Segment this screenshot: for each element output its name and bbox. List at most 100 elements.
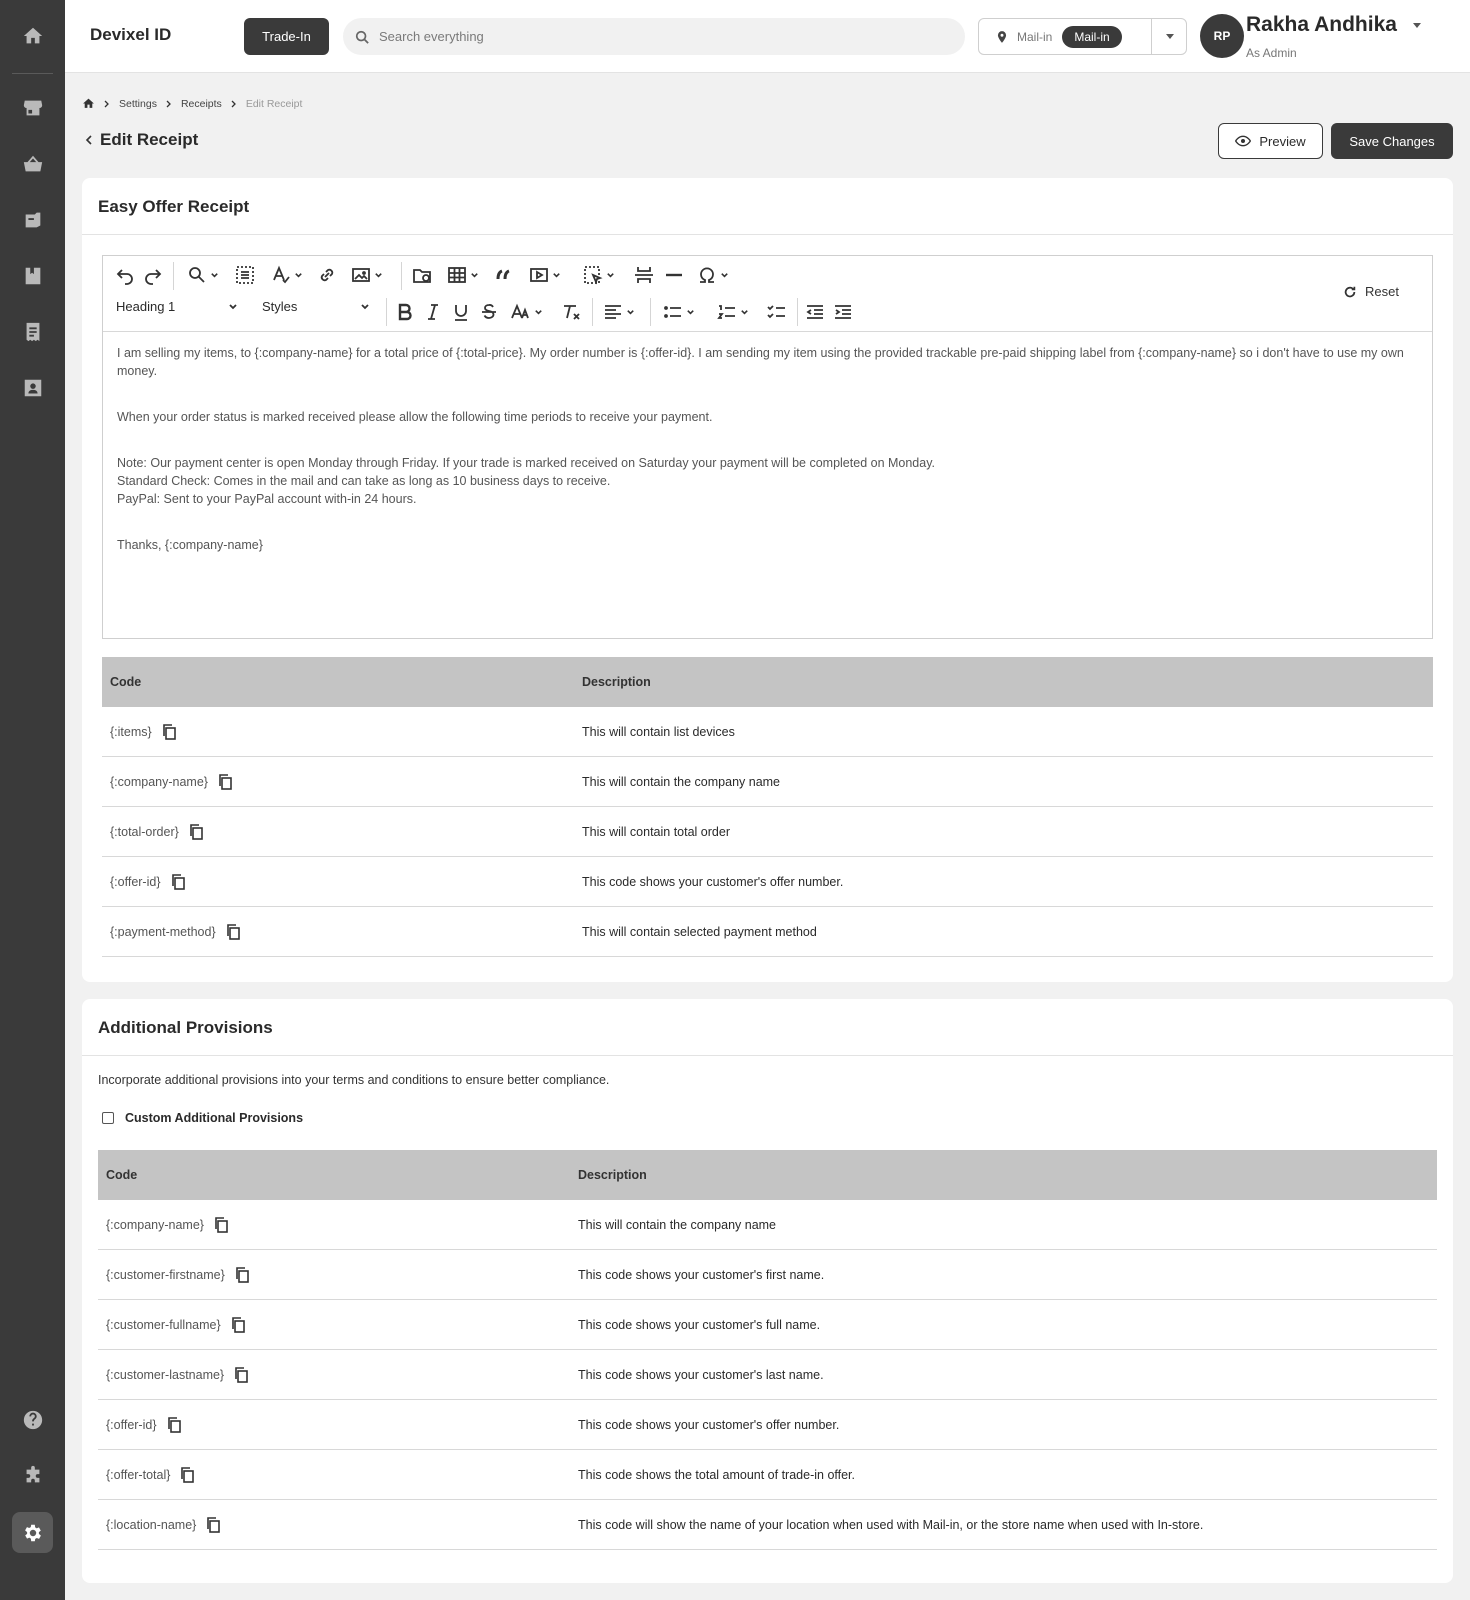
select-all-icon[interactable] <box>235 265 255 285</box>
location-selected-pill[interactable]: Mail-in <box>1062 25 1122 48</box>
code-value: {:location-name} <box>106 1517 197 1532</box>
code-value: {:items} <box>110 724 152 739</box>
back-chevron-icon[interactable] <box>84 134 94 146</box>
indent-icon[interactable] <box>833 302 853 322</box>
gear-icon[interactable] <box>12 1512 53 1553</box>
provisions-card: Additional Provisions Incorporate additi… <box>82 999 1453 1583</box>
code-value: {:company-name} <box>106 1217 204 1232</box>
code-description: This will contain the company name <box>578 1217 777 1232</box>
preview-button[interactable]: Preview <box>1218 123 1323 159</box>
column-header-description: Description <box>578 1168 647 1182</box>
toolbar-separator <box>173 262 174 290</box>
card-divider <box>82 234 1453 235</box>
location-split-divider <box>1151 19 1152 54</box>
editor-paragraph: When your order status is marked receive… <box>117 410 713 424</box>
file-manager-icon[interactable] <box>412 265 432 285</box>
image-icon[interactable] <box>351 265 383 285</box>
basket-icon[interactable] <box>0 142 65 186</box>
provisions-codes-table: Code Description {:company-name} This wi… <box>98 1150 1437 1550</box>
copy-icon[interactable] <box>162 723 176 740</box>
copy-icon[interactable] <box>180 1466 195 1483</box>
copy-icon[interactable] <box>206 1516 221 1533</box>
custom-provisions-checkbox[interactable] <box>102 1112 114 1124</box>
caret-down-icon[interactable] <box>1166 34 1174 39</box>
location-label: Mail-in <box>1017 29 1053 44</box>
puzzle-icon[interactable] <box>0 1454 65 1498</box>
breadcrumb-receipts[interactable]: Receipts <box>181 98 222 110</box>
spellcheck-icon[interactable] <box>271 265 303 285</box>
save-changes-button[interactable]: Save Changes <box>1331 123 1453 159</box>
code-value: {:company-name} <box>110 774 208 789</box>
toolbar-separator <box>401 262 402 290</box>
copy-icon[interactable] <box>214 1216 228 1233</box>
sidebar <box>0 0 65 1600</box>
copy-icon[interactable] <box>235 1266 249 1283</box>
copy-icon[interactable] <box>189 823 203 840</box>
receipt-card-title: Easy Offer Receipt <box>98 197 250 216</box>
horizontal-line-icon[interactable] <box>664 265 684 285</box>
toolbar-separator <box>650 298 651 326</box>
align-left-icon[interactable] <box>603 302 635 322</box>
store-icon[interactable] <box>0 86 65 130</box>
todo-list-icon[interactable] <box>767 302 787 322</box>
copy-icon[interactable] <box>234 1366 248 1383</box>
styles-select[interactable]: Styles <box>262 299 370 314</box>
copy-icon[interactable] <box>218 773 232 790</box>
trade-in-button[interactable]: Trade-In <box>244 18 329 55</box>
bulleted-list-icon[interactable] <box>663 302 695 322</box>
provisions-description: Incorporate additional provisions into y… <box>98 1073 610 1087</box>
receipt-card: Easy Offer Receipt Heading 1 Styles Rese… <box>82 178 1453 982</box>
table-row: {:location-name} This code will show the… <box>98 1500 1437 1550</box>
redo-icon[interactable] <box>143 265 163 285</box>
breadcrumb-settings[interactable]: Settings <box>119 98 157 110</box>
book-icon[interactable] <box>0 254 65 298</box>
editor-content[interactable]: I am selling my items, to {:company-name… <box>117 344 1407 582</box>
copy-icon[interactable] <box>226 923 240 940</box>
numbered-list-icon[interactable] <box>717 302 749 322</box>
strikethrough-icon[interactable] <box>479 302 499 322</box>
code-description: This code shows your customer's first na… <box>578 1267 825 1282</box>
rich-text-editor: Heading 1 Styles Reset I am selling my i… <box>102 255 1433 639</box>
chevron-right-icon <box>104 100 109 107</box>
editor-paragraph: Thanks, {:company-name} <box>117 538 263 552</box>
find-replace-icon[interactable] <box>187 265 219 285</box>
media-embed-icon[interactable] <box>529 265 561 285</box>
eye-icon <box>1235 135 1252 147</box>
preview-label: Preview <box>1259 133 1306 149</box>
special-characters-icon[interactable] <box>697 265 729 285</box>
receipt-icon[interactable] <box>0 310 65 354</box>
font-size-icon[interactable] <box>511 302 543 322</box>
italic-icon[interactable] <box>423 302 443 322</box>
help-icon[interactable] <box>0 1398 65 1442</box>
heading-select[interactable]: Heading 1 <box>116 299 238 314</box>
home-icon[interactable] <box>82 97 95 110</box>
avatar[interactable]: RP <box>1200 14 1244 58</box>
reset-button[interactable]: Reset <box>1343 284 1399 299</box>
caret-down-icon[interactable] <box>1413 23 1421 28</box>
page-break-icon[interactable] <box>634 265 654 285</box>
custom-provisions-checkbox-row[interactable]: Custom Additional Provisions <box>102 1111 303 1125</box>
receipt-codes-table: Code Description {:items} This will cont… <box>102 657 1433 957</box>
chevron-down-icon <box>361 303 369 309</box>
copy-icon[interactable] <box>167 1416 181 1433</box>
contact-icon[interactable] <box>0 366 65 410</box>
code-description: This code shows your customer's last nam… <box>578 1367 824 1382</box>
remove-format-icon[interactable] <box>561 302 581 322</box>
link-icon[interactable] <box>317 265 337 285</box>
code-description: This will contain the company name <box>582 774 781 789</box>
outdent-icon[interactable] <box>805 302 825 322</box>
box-icon[interactable] <box>0 198 65 242</box>
bold-icon[interactable] <box>395 302 415 322</box>
copy-icon[interactable] <box>231 1316 245 1333</box>
insert-template-icon[interactable] <box>583 265 615 285</box>
location-selector[interactable]: Mail-in Mail-in <box>978 18 1187 55</box>
home-icon[interactable] <box>0 14 65 58</box>
chevron-right-icon <box>166 100 171 107</box>
custom-provisions-label: Custom Additional Provisions <box>125 1111 304 1125</box>
underline-icon[interactable] <box>451 302 471 322</box>
table-icon[interactable] <box>447 265 479 285</box>
search-input[interactable] <box>379 29 939 44</box>
undo-icon[interactable] <box>115 265 135 285</box>
blockquote-icon[interactable] <box>495 265 515 285</box>
copy-icon[interactable] <box>171 873 185 890</box>
